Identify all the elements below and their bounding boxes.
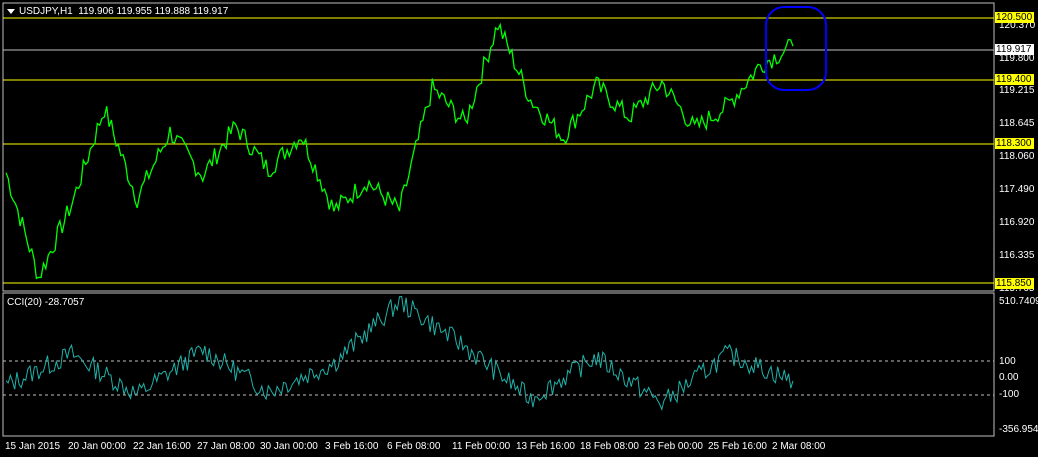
time-axis-label: 3 Feb 16:00 <box>325 441 379 452</box>
time-axis-label: 11 Feb 00:00 <box>452 441 511 452</box>
time-axis-label: 18 Feb 08:00 <box>580 441 639 452</box>
cci-axis-label: 100 <box>999 356 1016 367</box>
symbol-label: USDJPY,H1 <box>19 6 73 17</box>
indicator-title: CCI(20) -28.7057 <box>7 297 85 308</box>
time-axis-label: 22 Jan 16:00 <box>133 441 191 452</box>
cci-axis-label: 0.00 <box>999 372 1019 383</box>
triangle-down-icon[interactable] <box>7 8 15 14</box>
time-axis-label: 25 Feb 16:00 <box>708 441 767 452</box>
level-tag-bottom: 115.850 <box>995 278 1034 289</box>
main-pane-border <box>2 2 995 292</box>
level-tag-top: 120.500 <box>995 12 1034 23</box>
time-axis-label: 13 Feb 16:00 <box>516 441 575 452</box>
time-axis-label: 6 Feb 08:00 <box>387 441 441 452</box>
time-axis-label: 2 Mar 08:00 <box>772 441 826 452</box>
highlight-annotation[interactable] <box>765 6 827 91</box>
chart-canvas[interactable] <box>0 0 1038 457</box>
time-axis-label: 15 Jan 2015 <box>5 441 61 452</box>
price-axis-label: 117.490 <box>999 184 1035 195</box>
time-axis-label: 27 Jan 08:00 <box>197 441 255 452</box>
time-axis-label: 30 Jan 00:00 <box>260 441 318 452</box>
ohlc-readout: 119.906 119.955 119.888 119.917 <box>78 6 229 17</box>
cci-axis-label: -100 <box>999 389 1020 400</box>
level-tag-lower-mid: 118.300 <box>995 138 1034 149</box>
cci-axis-label: -356.9542 <box>999 424 1038 435</box>
price-axis-label: 116.335 <box>999 250 1035 261</box>
level-tag-upper-mid: 119.400 <box>995 74 1034 85</box>
indicator-pane-border <box>2 292 995 437</box>
cci-series-line <box>5 295 794 412</box>
price-axis-label: 118.645 <box>999 118 1035 129</box>
price-axis-label: 116.920 <box>999 217 1035 228</box>
price-axis-label: 118.060 <box>999 151 1035 162</box>
price-series-line <box>5 22 794 280</box>
time-axis-label: 20 Jan 00:00 <box>68 441 126 452</box>
chart-title: USDJPY,H1 119.906 119.955 119.888 119.91… <box>7 6 228 17</box>
price-axis-label: 119.215 <box>999 85 1035 96</box>
current-price-tag: 119.917 <box>995 44 1034 55</box>
cci-axis-label: 510.7409 <box>999 296 1038 307</box>
time-axis-label: 23 Feb 00:00 <box>644 441 703 452</box>
